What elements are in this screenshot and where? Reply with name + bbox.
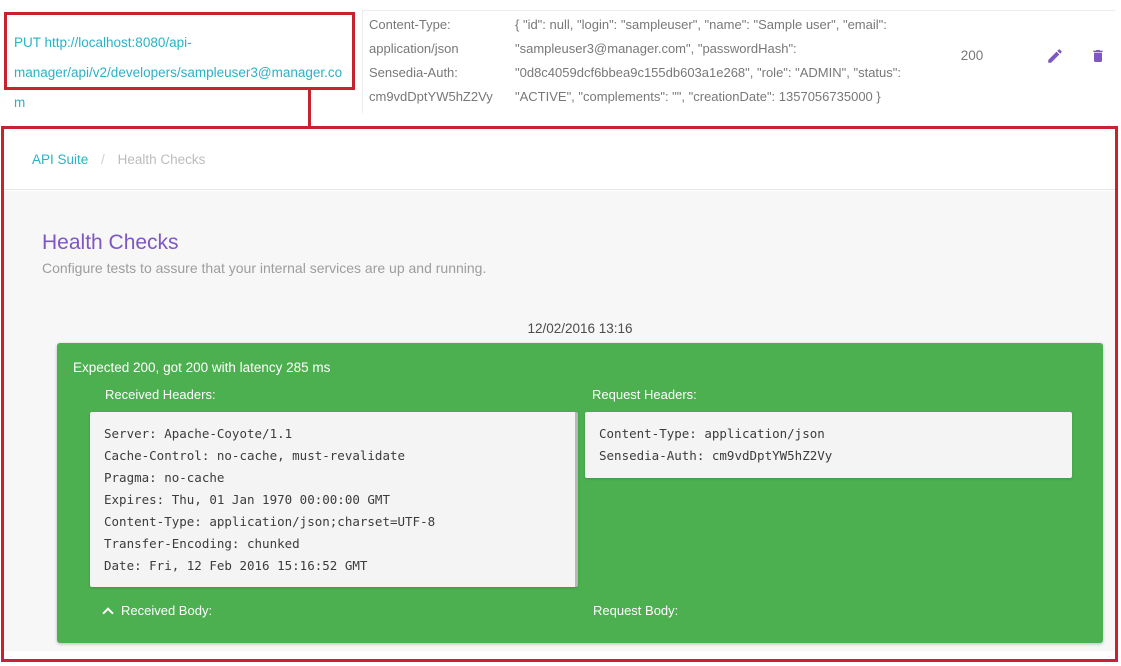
header-line: Sensedia-Auth:: [369, 61, 511, 85]
trash-icon: [1090, 47, 1106, 65]
health-checks-panel: API Suite / Health Checks Health Checks …: [1, 126, 1118, 662]
request-headers-cell: Content-Type: application/json Sensedia-…: [369, 13, 511, 109]
chevron-up-icon: [102, 607, 113, 618]
request-body-label: Request Body:: [593, 603, 678, 618]
request-body-label-text: Request Body:: [593, 603, 678, 618]
page: PUT http://localhost:8080/api-manager/ap…: [0, 0, 1121, 666]
request-headers-box: Content-Type: application/json Sensedia-…: [585, 412, 1072, 478]
edit-button[interactable]: [1046, 47, 1064, 65]
received-header-line: Date: Fri, 12 Feb 2016 15:16:52 GMT: [104, 555, 561, 577]
request-body-cell: { "id": null, "login": "sampleuser", "na…: [515, 13, 927, 109]
breadcrumb: API Suite / Health Checks: [4, 129, 1115, 190]
row-top-divider: [362, 10, 1115, 11]
received-body-toggle[interactable]: Received Body:: [104, 603, 212, 618]
received-header-line: Pragma: no-cache: [104, 467, 561, 489]
header-line: cm9vdDptYW5hZ2Vy: [369, 85, 511, 109]
row-left-divider: [362, 10, 363, 113]
received-headers-label: Received Headers:: [105, 387, 216, 402]
result-summary: Expected 200, got 200 with latency 285 m…: [73, 360, 330, 375]
status-code: 200: [942, 48, 1002, 63]
header-line: application/json: [369, 37, 511, 61]
header-line: Content-Type:: [369, 13, 511, 37]
request-header-line: Content-Type: application/json: [599, 423, 1058, 445]
request-header-line: Sensedia-Auth: cm9vdDptYW5hZ2Vy: [599, 445, 1058, 467]
breadcrumb-api-suite[interactable]: API Suite: [32, 152, 88, 167]
request-headers-label: Request Headers:: [592, 387, 697, 402]
page-title: Health Checks: [42, 231, 179, 255]
check-timestamp: 12/02/2016 13:16: [57, 321, 1103, 336]
received-header-line: Content-Type: application/json;charset=U…: [104, 511, 561, 533]
received-header-line: Expires: Thu, 01 Jan 1970 00:00:00 GMT: [104, 489, 561, 511]
received-header-line: Transfer-Encoding: chunked: [104, 533, 561, 555]
request-url-link[interactable]: PUT http://localhost:8080/api-manager/ap…: [14, 28, 348, 118]
page-subtitle: Configure tests to assure that your inte…: [42, 260, 486, 276]
received-header-line: Cache-Control: no-cache, must-revalidate: [104, 445, 561, 467]
delete-button[interactable]: [1090, 47, 1106, 65]
health-check-result-card: Expected 200, got 200 with latency 285 m…: [57, 343, 1103, 643]
received-headers-box[interactable]: Server: Apache-Coyote/1.1 Cache-Control:…: [90, 412, 578, 587]
received-body-label: Received Body:: [121, 603, 212, 618]
breadcrumb-current: Health Checks: [118, 152, 206, 167]
pencil-icon: [1046, 47, 1064, 65]
received-header-line: Server: Apache-Coyote/1.1: [104, 423, 561, 445]
breadcrumb-separator: /: [101, 152, 105, 167]
annotation-connector-line: [308, 90, 311, 127]
